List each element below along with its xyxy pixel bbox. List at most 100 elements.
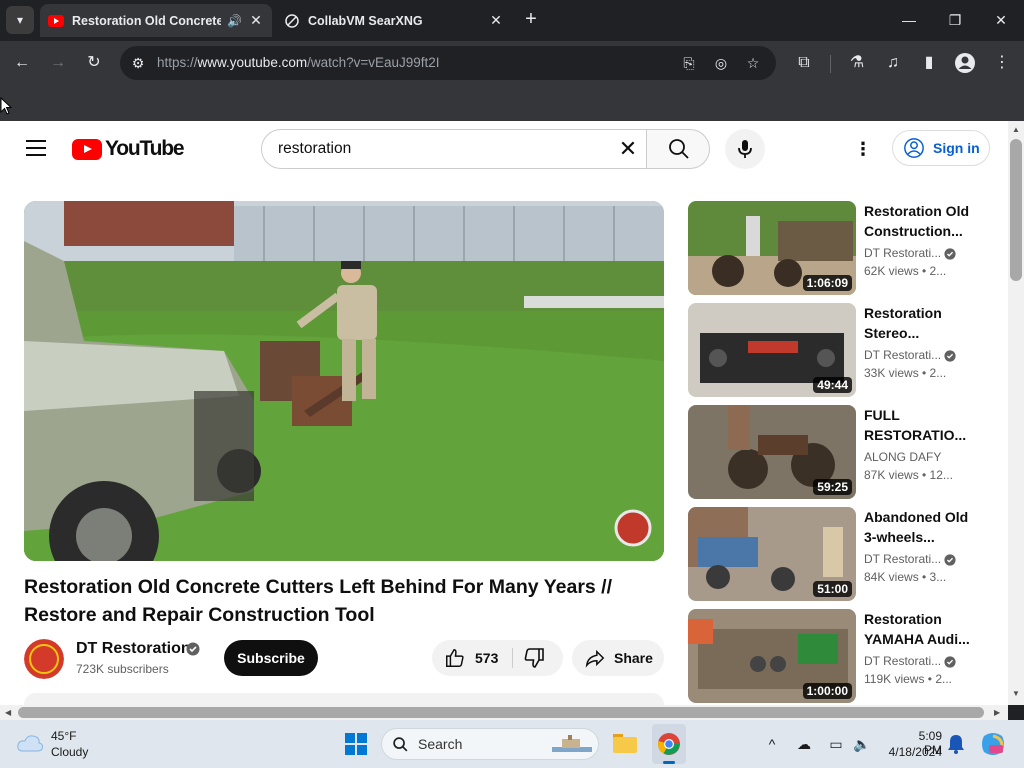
- toolbar-divider: [830, 55, 831, 73]
- verified-badge-icon: [944, 656, 956, 668]
- clear-search-icon[interactable]: ✕: [616, 138, 640, 162]
- copilot-icon[interactable]: [980, 732, 1006, 756]
- search-button[interactable]: [646, 129, 710, 169]
- chrome-taskbar-button[interactable]: [652, 724, 686, 764]
- recommendation-channel: DT Restorati...: [864, 246, 942, 260]
- search-input[interactable]: restoration ✕: [261, 129, 647, 169]
- close-window-button[interactable]: ✕: [986, 8, 1016, 32]
- extensions-icon[interactable]: ⧉: [792, 51, 816, 75]
- recommendation-item[interactable]: 49:44 Restoration Stereo... DT Restorati…: [688, 303, 1000, 397]
- recommendation-title: Abandoned Old 3-wheels...: [864, 509, 969, 545]
- file-explorer-icon[interactable]: [612, 731, 638, 755]
- close-tab-icon[interactable]: ✕: [248, 12, 264, 29]
- recommendation-title: FULL RESTORATIO...: [864, 407, 967, 443]
- share-icon: [585, 649, 605, 668]
- taskbar-search[interactable]: Search: [381, 728, 599, 760]
- hamburger-menu-icon[interactable]: [26, 140, 46, 158]
- like-button[interactable]: 573: [432, 640, 512, 676]
- tab-strip: ▾ Restoration Old Concrete C 🔊 ✕ CollabV…: [0, 0, 1024, 41]
- new-tab-button[interactable]: +: [520, 8, 542, 32]
- reload-icon[interactable]: ↻: [82, 51, 106, 75]
- profile-icon[interactable]: [953, 51, 977, 75]
- weather-temperature[interactable]: 45°F: [51, 729, 76, 743]
- microphone-icon: [738, 140, 752, 158]
- recommendation-item[interactable]: 1:06:09 Restoration Old Construction... …: [688, 201, 1000, 295]
- display-icon[interactable]: ▭: [826, 734, 846, 754]
- scroll-right-arrow-icon[interactable]: ▶: [994, 708, 1000, 717]
- windows-taskbar: 45°F Cloudy Search ^ ☁ ▭ 🔈 5:09 PM 4/18/…: [0, 720, 1024, 768]
- back-icon[interactable]: ←: [10, 51, 34, 75]
- vertical-scroll-thumb[interactable]: [1010, 139, 1022, 281]
- speaker-icon[interactable]: 🔊: [227, 14, 242, 28]
- subscribe-button[interactable]: Subscribe: [224, 640, 318, 676]
- install-app-icon[interactable]: ⎘: [677, 51, 701, 75]
- cloud-icon[interactable]: [16, 732, 44, 754]
- recommendation-thumbnail[interactable]: 1:00:00: [688, 609, 856, 703]
- search-highlight-icon: [552, 735, 592, 752]
- search-icon: [669, 139, 689, 159]
- tab-search-button[interactable]: ▾: [6, 6, 34, 34]
- recommendation-meta: 84K views • 3...: [864, 570, 947, 584]
- video-player[interactable]: [24, 201, 664, 561]
- side-panel-icon[interactable]: ▮: [917, 51, 941, 75]
- clock-date[interactable]: 4/18/2024: [884, 745, 942, 759]
- recommendation-thumbnail[interactable]: 59:25: [688, 405, 856, 499]
- site-info-icon[interactable]: ⚙: [126, 51, 150, 75]
- tracking-protection-icon[interactable]: ◎: [709, 51, 733, 75]
- browser-menu-icon[interactable]: ⋮: [990, 51, 1014, 75]
- recommendation-title: Restoration YAMAHA Audi...: [864, 611, 970, 647]
- bookmark-star-icon[interactable]: ☆: [741, 51, 765, 75]
- recommendation-item[interactable]: 1:00:00 Restoration YAMAHA Audi... DT Re…: [688, 609, 1000, 703]
- forward-icon[interactable]: →: [46, 51, 70, 75]
- description-box[interactable]: [24, 693, 664, 705]
- horizontal-scrollbar[interactable]: ◀ ▶: [0, 705, 1008, 720]
- thumbs-down-icon[interactable]: [522, 646, 546, 670]
- video-title: Restoration Old Concrete Cutters Left Be…: [24, 576, 612, 626]
- recommendation-channel: ALONG DAFY: [864, 450, 942, 464]
- voice-search-button[interactable]: [725, 129, 765, 169]
- chrome-icon: [658, 733, 680, 755]
- tab-youtube[interactable]: Restoration Old Concrete C 🔊 ✕: [40, 4, 272, 37]
- globe-icon: [285, 13, 299, 28]
- mouse-cursor-icon: [0, 97, 12, 115]
- search-icon: [393, 737, 408, 752]
- scroll-left-arrow-icon[interactable]: ◀: [5, 708, 11, 717]
- tab-title: Restoration Old Concrete C: [72, 13, 222, 28]
- recommendation-meta: 62K views • 2...: [864, 264, 947, 278]
- volume-icon[interactable]: 🔈: [852, 734, 872, 754]
- weather-condition[interactable]: Cloudy: [51, 745, 88, 759]
- browser-toolbar: ← → ↻ ⚙ https://www.youtube.com/watch?v=…: [0, 41, 1024, 85]
- recommendation-thumbnail[interactable]: 1:06:09: [688, 201, 856, 295]
- close-tab-icon[interactable]: ✕: [488, 12, 504, 29]
- vertical-scrollbar[interactable]: ▲ ▼: [1008, 121, 1024, 705]
- tab-searxng[interactable]: CollabVM SearXNG ✕: [276, 4, 512, 37]
- recommendation-thumbnail[interactable]: 49:44: [688, 303, 856, 397]
- settings-menu-icon[interactable]: ⋮: [853, 139, 873, 159]
- show-hidden-icons-chevron-icon[interactable]: ^: [762, 734, 782, 754]
- recommendation-thumbnail[interactable]: 51:00: [688, 507, 856, 601]
- share-button[interactable]: Share: [572, 640, 664, 676]
- youtube-logo[interactable]: YouTube: [72, 137, 185, 160]
- labs-flask-icon[interactable]: ⚗: [845, 51, 869, 75]
- network-icon[interactable]: ☁: [794, 734, 814, 754]
- windows-start-icon[interactable]: [344, 732, 368, 756]
- recommendation-title: Restoration Old Construction...: [864, 203, 970, 239]
- scroll-down-arrow-icon[interactable]: ▼: [1012, 689, 1020, 698]
- scroll-up-arrow-icon[interactable]: ▲: [1012, 125, 1020, 134]
- channel-avatar[interactable]: [24, 639, 64, 679]
- verified-badge-icon: [186, 642, 200, 656]
- recommendation-title: Restoration Stereo...: [864, 305, 942, 341]
- media-control-icon[interactable]: ♫: [881, 51, 905, 75]
- notification-bell-icon[interactable]: [947, 734, 965, 754]
- address-bar[interactable]: ⚙ https://www.youtube.com/watch?v=vEauJ9…: [120, 46, 776, 80]
- channel-name[interactable]: DT Restoration: [76, 640, 191, 658]
- restore-button[interactable]: ❐: [940, 8, 970, 32]
- sign-in-button[interactable]: Sign in: [892, 130, 990, 166]
- recommendation-item[interactable]: 51:00 Abandoned Old 3-wheels... DT Resto…: [688, 507, 1000, 601]
- recommendation-meta: 33K views • 2...: [864, 366, 947, 380]
- recommendation-channel: DT Restorati...: [864, 654, 942, 668]
- horizontal-scroll-thumb[interactable]: [18, 707, 984, 718]
- recommendation-item[interactable]: 59:25 FULL RESTORATIO... ALONG DAFY 87K …: [688, 405, 1000, 499]
- minimize-button[interactable]: —: [894, 8, 924, 32]
- video-frame: [24, 201, 664, 561]
